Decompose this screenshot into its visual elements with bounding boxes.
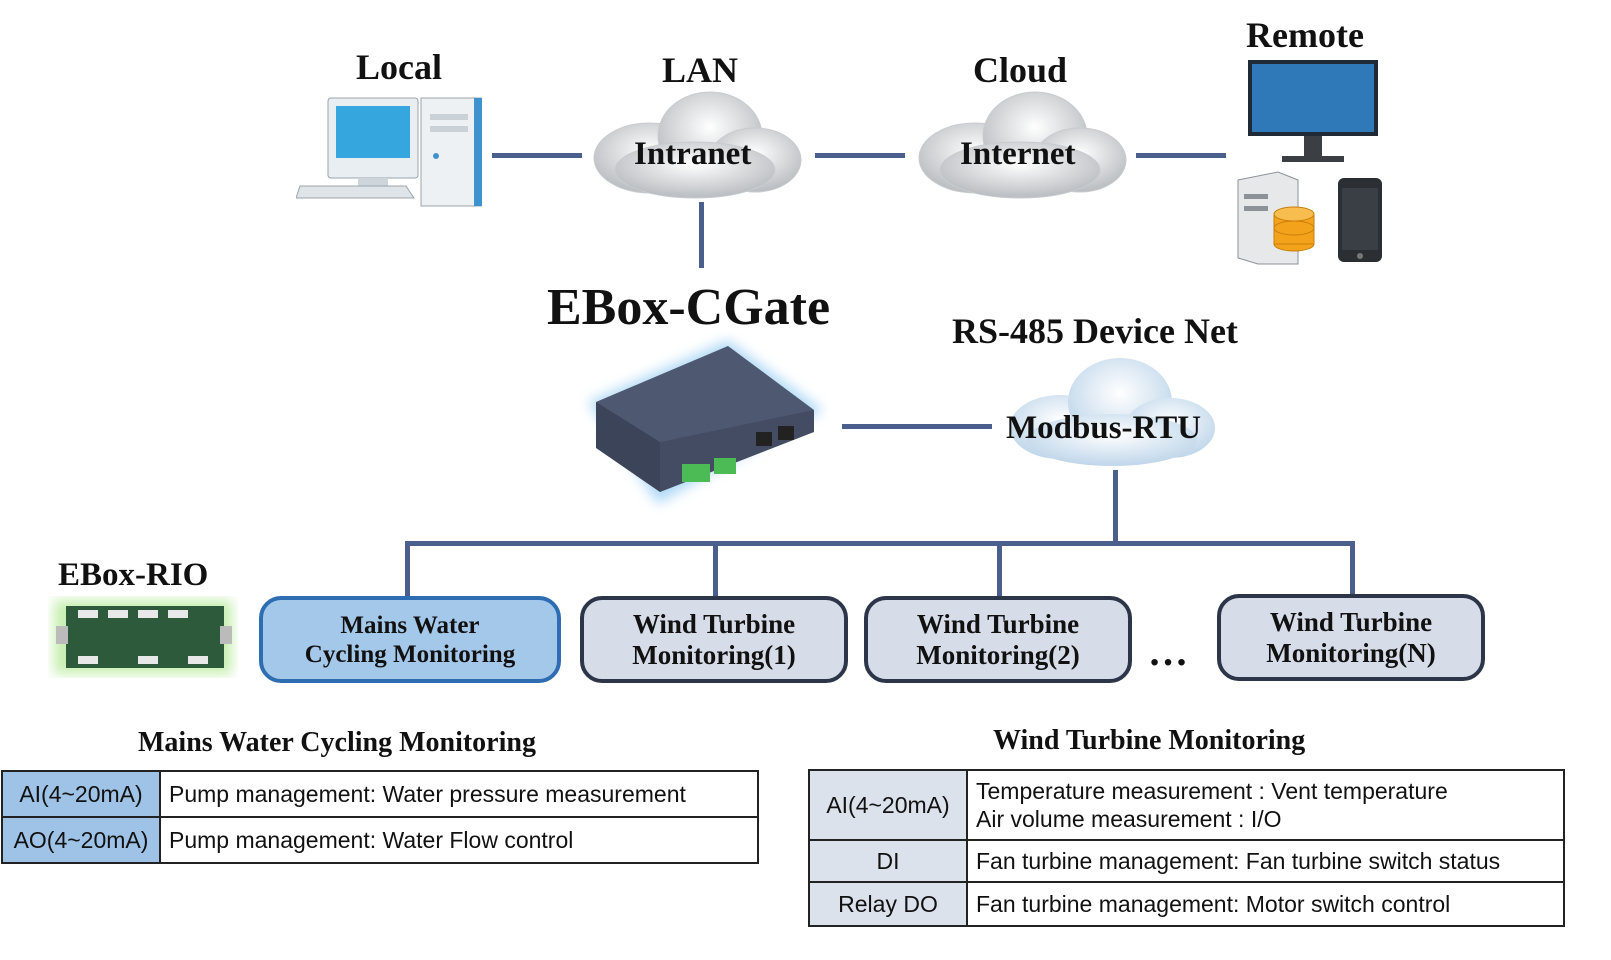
lan-label: LAN [662, 50, 739, 90]
node-label-line2: Monitoring(1) [632, 639, 796, 670]
signal-description: Pump management: Water pressure measurem… [159, 770, 759, 818]
rs485-title: RS-485 Device Net [952, 311, 1238, 351]
signal-description: Pump management: Water Flow control [159, 816, 759, 864]
node-label-line1: Wind Turbine [632, 608, 796, 639]
signal-type: AI(4~20mA) [808, 769, 968, 841]
table-row: DI Fan turbine management: Fan turbine sw… [808, 839, 1565, 883]
description-line2: Air volume measurement : I/O [976, 806, 1282, 832]
gateway-title: EBox-CGate [547, 279, 831, 336]
cloud-label: Cloud [973, 50, 1068, 90]
table-row: AI(4~20mA) Pump management: Water pressur… [1, 770, 759, 818]
link-local-lan [492, 153, 582, 158]
server-database-icon [1237, 171, 1315, 265]
drop-2 [713, 541, 718, 599]
link-cloud-remote [1136, 153, 1226, 158]
node-wind-turbine-2: Wind Turbine Monitoring(2) [864, 596, 1132, 683]
intranet-label: Intranet [634, 136, 752, 172]
signal-description: Fan turbine management: Fan turbine swit… [966, 839, 1565, 883]
table-row: Relay DO Fan turbine management: Motor sw… [808, 881, 1565, 927]
mains-table: AI(4~20mA) Pump management: Water pressur… [1, 770, 759, 864]
internet-label: Internet [960, 136, 1076, 172]
link-lan-cloud [815, 153, 905, 158]
signal-type: DI [808, 839, 968, 883]
drop-4 [1350, 541, 1355, 599]
link-rs485-bus [1113, 470, 1118, 546]
desktop-computer-icon [296, 97, 482, 207]
ellipsis: … [1148, 629, 1188, 674]
smartphone-icon [1338, 178, 1382, 262]
node-wind-turbine-1: Wind Turbine Monitoring(1) [580, 596, 848, 683]
signal-description: Fan turbine management: Motor switch con… [966, 881, 1565, 927]
rio-title: EBox-RIO [58, 557, 209, 593]
signal-type: AO(4~20mA) [1, 816, 161, 864]
link-gateway-rs485 [842, 424, 992, 429]
wind-table-title: Wind Turbine Monitoring [993, 725, 1306, 756]
link-lan-gateway [699, 202, 704, 268]
signal-type: Relay DO [808, 881, 968, 927]
modbus-label: Modbus-RTU [1006, 410, 1202, 446]
drop-1 [405, 541, 410, 599]
description-line1: Temperature measurement : Vent temperatu… [976, 778, 1448, 804]
node-label-line1: Mains Water [340, 611, 480, 639]
node-mains-water: Mains Water Cycling Monitoring [259, 596, 561, 683]
signal-description: Temperature measurement : Vent temperatu… [966, 769, 1565, 841]
signal-type: AI(4~20mA) [1, 770, 161, 818]
drop-3 [997, 541, 1002, 599]
node-label-line1: Wind Turbine [916, 608, 1080, 639]
node-label-line2: Monitoring(N) [1266, 637, 1436, 668]
gateway-device-icon [588, 340, 823, 504]
table-row: AO(4~20mA) Pump management: Water Flow co… [1, 816, 759, 864]
node-label-line2: Monitoring(2) [916, 639, 1080, 670]
bus-line [405, 541, 1355, 546]
node-label-line2: Cycling Monitoring [304, 640, 516, 668]
local-label: Local [356, 47, 442, 87]
node-label-line1: Wind Turbine [1269, 606, 1433, 637]
monitor-icon [1248, 60, 1378, 162]
table-row: AI(4~20mA) Temperature measurement : Vent… [808, 769, 1565, 841]
rio-board-icon [54, 600, 232, 674]
mains-table-title: Mains Water Cycling Monitoring [138, 727, 536, 758]
wind-table: AI(4~20mA) Temperature measurement : Vent… [808, 769, 1565, 927]
remote-label: Remote [1246, 15, 1364, 55]
node-wind-turbine-n: Wind Turbine Monitoring(N) [1217, 594, 1485, 681]
